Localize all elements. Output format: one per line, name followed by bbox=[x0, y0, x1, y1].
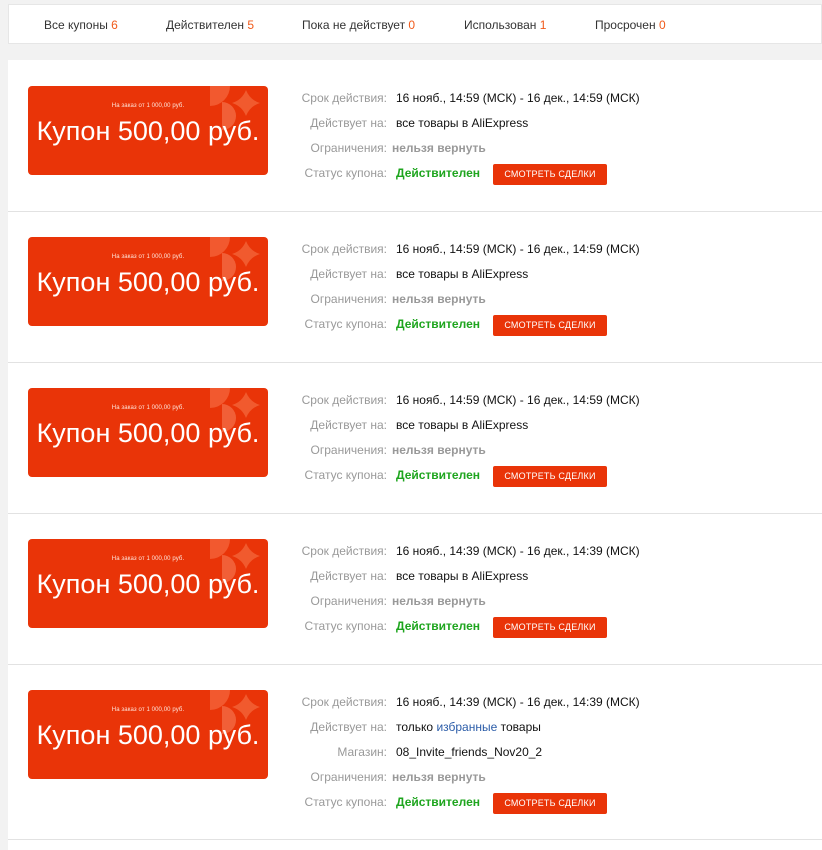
field-label: Ограничения: bbox=[310, 770, 387, 784]
limits-value: нельзя вернуть bbox=[392, 770, 486, 784]
status-row: Статус купона: Действителен bbox=[228, 465, 480, 485]
status-row: Статус купона: Действителен bbox=[228, 314, 480, 334]
validity-value: 16 нояб., 14:59 (МСК) - 16 дек., 14:59 (… bbox=[396, 91, 640, 105]
tab-count: 0 bbox=[408, 18, 416, 32]
applies-row: Действует на: все товары в AliExpress bbox=[228, 415, 528, 435]
field-label: Срок действия: bbox=[301, 544, 387, 558]
field-label: Статус купона: bbox=[304, 468, 387, 482]
coupon-list: На заказ от 1 000,00 руб. Купон 500,00 р… bbox=[8, 60, 822, 850]
limits-value: нельзя вернуть bbox=[392, 443, 486, 457]
tab-label: Пока не действует bbox=[302, 18, 406, 32]
field-label: Действует на: bbox=[310, 569, 387, 583]
status-row: Статус купона: Действителен bbox=[228, 616, 480, 636]
field-label: Действует на: bbox=[310, 720, 387, 734]
tab-valid[interactable]: Действителен 5 bbox=[166, 5, 254, 45]
coupon-item: На заказ от 1 000,00 руб. Купон 500,00 р… bbox=[8, 513, 822, 665]
view-deals-button[interactable]: СМОТРЕТЬ СДЕЛКИ bbox=[493, 793, 607, 814]
validity-row: Срок действия: 16 нояб., 14:59 (МСК) - 16… bbox=[228, 239, 640, 259]
coupon-item: На заказ от 1 000,00 руб. Купон 500,00 р… bbox=[8, 664, 822, 840]
validity-row: Срок действия: 16 нояб., 14:39 (МСК) - 16… bbox=[228, 692, 640, 712]
field-label: Ограничения: bbox=[310, 141, 387, 155]
status-badge: Действителен bbox=[396, 468, 480, 482]
limits-value: нельзя вернуть bbox=[392, 141, 486, 155]
status-row: Статус купона: Действителен bbox=[228, 163, 480, 183]
field-label: Действует на: bbox=[310, 116, 387, 130]
validity-value: 16 нояб., 14:39 (МСК) - 16 дек., 14:39 (… bbox=[396, 544, 640, 558]
coupon-item: На заказ от 1 000,00 руб. Купон 500,00 р… bbox=[8, 211, 822, 363]
coupon-item: На заказ от 1 000,00 руб. Купон 500,00 р… bbox=[8, 60, 822, 212]
field-label: Статус купона: bbox=[304, 317, 387, 331]
validity-value: 16 нояб., 14:59 (МСК) - 16 дек., 14:59 (… bbox=[396, 393, 640, 407]
applies-value: все товары в AliExpress bbox=[396, 569, 529, 583]
status-badge: Действителен bbox=[396, 795, 480, 809]
field-label: Действует на: bbox=[310, 267, 387, 281]
limits-row: Ограничения: нельзя вернуть bbox=[228, 440, 486, 460]
field-label: Статус купона: bbox=[304, 619, 387, 633]
limits-row: Ограничения: нельзя вернуть bbox=[228, 767, 486, 787]
tab-count: 0 bbox=[658, 18, 666, 32]
tab-used[interactable]: Использован 1 bbox=[464, 5, 546, 45]
limits-value: нельзя вернуть bbox=[392, 594, 486, 608]
field-label: Магазин: bbox=[337, 745, 387, 759]
applies-prefix: только bbox=[396, 720, 434, 734]
validity-row: Срок действия: 16 нояб., 14:59 (МСК) - 16… bbox=[228, 88, 640, 108]
validity-row: Срок действия: 16 нояб., 14:59 (МСК) - 16… bbox=[228, 390, 640, 410]
applies-row: Действует на: все товары в AliExpress bbox=[228, 264, 528, 284]
applies-value: все товары в AliExpress bbox=[396, 116, 529, 130]
view-deals-button[interactable]: СМОТРЕТЬ СДЕЛКИ bbox=[493, 617, 607, 638]
status-badge: Действителен bbox=[396, 166, 480, 180]
validity-row: Срок действия: 16 нояб., 14:39 (МСК) - 16… bbox=[228, 541, 640, 561]
applies-suffix: товары bbox=[500, 720, 541, 734]
tab-label: Действителен bbox=[166, 18, 245, 32]
applies-row: Действует на: все товары в AliExpress bbox=[228, 566, 528, 586]
coupon-item: На заказ от 1 000,00 руб. Купон 500,00 р… bbox=[8, 362, 822, 514]
tab-label: Просрочен bbox=[595, 18, 656, 32]
tab-count: 1 bbox=[539, 18, 547, 32]
view-deals-button[interactable]: СМОТРЕТЬ СДЕЛКИ bbox=[493, 164, 607, 185]
field-label: Срок действия: bbox=[301, 91, 387, 105]
limits-row: Ограничения: нельзя вернуть bbox=[228, 591, 486, 611]
tab-label: Все купоны bbox=[44, 18, 108, 32]
tab-label: Использован bbox=[464, 18, 537, 32]
field-label: Срок действия: bbox=[301, 242, 387, 256]
applies-row: Действует на: все товары в AliExpress bbox=[228, 113, 528, 133]
applies-value: все товары в AliExpress bbox=[396, 267, 529, 281]
tab-not-yet-active[interactable]: Пока не действует 0 bbox=[302, 5, 415, 45]
status-badge: Действителен bbox=[396, 619, 480, 633]
coupon-status-tabs: Все купоны 6 Действителен 5 Пока не дейс… bbox=[8, 4, 822, 44]
field-label: Ограничения: bbox=[310, 443, 387, 457]
limits-row: Ограничения: нельзя вернуть bbox=[228, 138, 486, 158]
applies-value: все товары в AliExpress bbox=[396, 418, 529, 432]
tab-all[interactable]: Все купоны 6 bbox=[44, 5, 118, 45]
selected-products-link[interactable]: избранные bbox=[436, 720, 497, 734]
limits-row: Ограничения: нельзя вернуть bbox=[228, 289, 486, 309]
view-deals-button[interactable]: СМОТРЕТЬ СДЕЛКИ bbox=[493, 315, 607, 336]
field-label: Действует на: bbox=[310, 418, 387, 432]
field-label: Статус купона: bbox=[304, 166, 387, 180]
field-label: Срок действия: bbox=[301, 695, 387, 709]
status-badge: Действителен bbox=[396, 317, 480, 331]
limits-value: нельзя вернуть bbox=[392, 292, 486, 306]
view-deals-button[interactable]: СМОТРЕТЬ СДЕЛКИ bbox=[493, 466, 607, 487]
field-label: Ограничения: bbox=[310, 594, 387, 608]
tab-count: 5 bbox=[247, 18, 255, 32]
shop-row: Магазин: 08_Invite_friends_Nov20_2 bbox=[228, 742, 542, 762]
field-label: Статус купона: bbox=[304, 795, 387, 809]
field-label: Срок действия: bbox=[301, 393, 387, 407]
field-label: Ограничения: bbox=[310, 292, 387, 306]
shop-value: 08_Invite_friends_Nov20_2 bbox=[396, 745, 543, 759]
status-row: Статус купона: Действителен bbox=[228, 792, 480, 812]
tab-expired[interactable]: Просрочен 0 bbox=[595, 5, 666, 45]
validity-value: 16 нояб., 14:39 (МСК) - 16 дек., 14:39 (… bbox=[396, 695, 640, 709]
applies-row: Действует на: только избранные товары bbox=[228, 717, 541, 737]
validity-value: 16 нояб., 14:59 (МСК) - 16 дек., 14:59 (… bbox=[396, 242, 640, 256]
applies-value: только избранные товары bbox=[396, 717, 541, 737]
tab-count: 6 bbox=[111, 18, 118, 32]
